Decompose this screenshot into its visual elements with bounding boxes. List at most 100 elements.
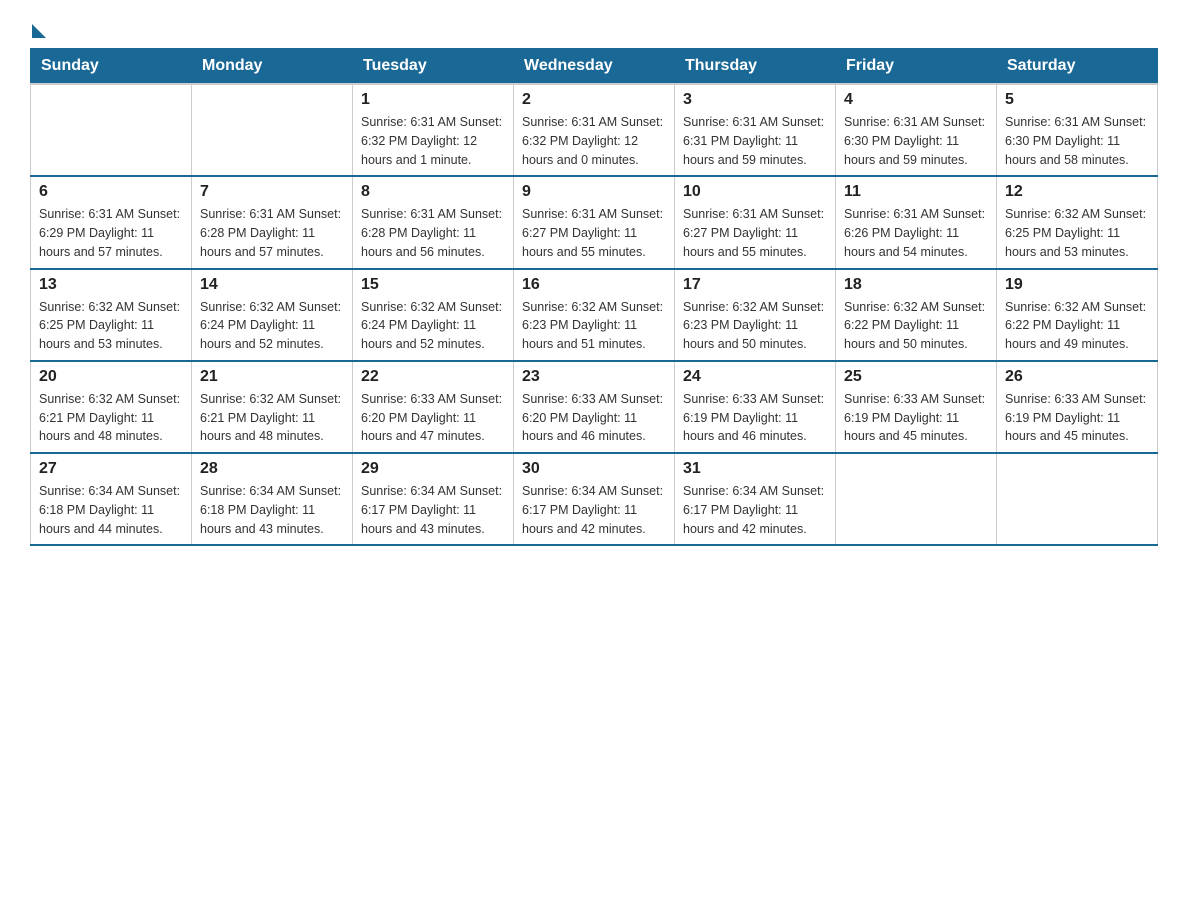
day-info: Sunrise: 6:31 AM Sunset: 6:32 PM Dayligh… [522,113,666,169]
day-info: Sunrise: 6:31 AM Sunset: 6:31 PM Dayligh… [683,113,827,169]
calendar-cell: 28 Sunrise: 6:34 AM Sunset: 6:18 PM Dayli… [192,453,353,545]
day-number: 27 [39,460,183,478]
calendar-cell: 15 Sunrise: 6:32 AM Sunset: 6:24 PM Dayli… [353,269,514,361]
day-info: Sunrise: 6:31 AM Sunset: 6:30 PM Dayligh… [1005,113,1149,169]
calendar-cell: 16Sunrise: 6:32 AM Sunset: 6:23 PM Dayli… [514,269,675,361]
calendar-cell: 18 Sunrise: 6:32 AM Sunset: 6:22 PM Dayli… [836,269,997,361]
calendar-cell: 19Sunrise: 6:32 AM Sunset: 6:22 PM Dayli… [997,269,1158,361]
day-number: 10 [683,183,827,201]
day-of-week-header: Tuesday [353,49,514,85]
day-info: Sunrise: 6:31 AM Sunset: 6:27 PM Dayligh… [522,205,666,261]
logo-arrow-icon [32,24,46,38]
calendar-cell: 14 Sunrise: 6:32 AM Sunset: 6:24 PM Dayli… [192,269,353,361]
calendar-cell [836,453,997,545]
day-number: 31 [683,460,827,478]
day-info: Sunrise: 6:32 AM Sunset: 6:23 PM Dayligh… [522,298,666,354]
day-number: 8 [361,183,505,201]
day-number: 15 [361,276,505,294]
day-info: Sunrise: 6:31 AM Sunset: 6:30 PM Dayligh… [844,113,988,169]
calendar-cell: 25 Sunrise: 6:33 AM Sunset: 6:19 PM Dayli… [836,361,997,453]
day-info: Sunrise: 6:34 AM Sunset: 6:18 PM Dayligh… [200,482,344,538]
day-of-week-header: Saturday [997,49,1158,85]
calendar-cell: 27 Sunrise: 6:34 AM Sunset: 6:18 PM Dayli… [31,453,192,545]
day-info: Sunrise: 6:31 AM Sunset: 6:28 PM Dayligh… [361,205,505,261]
day-number: 21 [200,368,344,386]
calendar-cell: 1 Sunrise: 6:31 AM Sunset: 6:32 PM Daylig… [353,84,514,176]
day-info: Sunrise: 6:31 AM Sunset: 6:27 PM Dayligh… [683,205,827,261]
day-number: 28 [200,460,344,478]
calendar-cell: 13Sunrise: 6:32 AM Sunset: 6:25 PM Dayli… [31,269,192,361]
day-info: Sunrise: 6:33 AM Sunset: 6:20 PM Dayligh… [361,390,505,446]
day-info: Sunrise: 6:32 AM Sunset: 6:23 PM Dayligh… [683,298,827,354]
calendar-cell [31,84,192,176]
day-info: Sunrise: 6:31 AM Sunset: 6:29 PM Dayligh… [39,205,183,261]
calendar-cell: 8 Sunrise: 6:31 AM Sunset: 6:28 PM Daylig… [353,176,514,268]
day-info: Sunrise: 6:33 AM Sunset: 6:20 PM Dayligh… [522,390,666,446]
day-number: 6 [39,183,183,201]
day-number: 3 [683,91,827,109]
day-info: Sunrise: 6:33 AM Sunset: 6:19 PM Dayligh… [844,390,988,446]
calendar-cell: 30 Sunrise: 6:34 AM Sunset: 6:17 PM Dayli… [514,453,675,545]
day-of-week-header: Monday [192,49,353,85]
day-number: 7 [200,183,344,201]
calendar-cell: 29Sunrise: 6:34 AM Sunset: 6:17 PM Dayli… [353,453,514,545]
day-number: 24 [683,368,827,386]
day-info: Sunrise: 6:33 AM Sunset: 6:19 PM Dayligh… [1005,390,1149,446]
day-info: Sunrise: 6:32 AM Sunset: 6:22 PM Dayligh… [1005,298,1149,354]
day-number: 13 [39,276,183,294]
calendar-cell: 10 Sunrise: 6:31 AM Sunset: 6:27 PM Dayli… [675,176,836,268]
calendar-cell: 4 Sunrise: 6:31 AM Sunset: 6:30 PM Daylig… [836,84,997,176]
day-number: 1 [361,91,505,109]
day-number: 23 [522,368,666,386]
day-number: 20 [39,368,183,386]
day-number: 29 [361,460,505,478]
day-info: Sunrise: 6:31 AM Sunset: 6:28 PM Dayligh… [200,205,344,261]
day-number: 4 [844,91,988,109]
day-info: Sunrise: 6:32 AM Sunset: 6:24 PM Dayligh… [361,298,505,354]
page-header [30,20,1158,38]
day-number: 25 [844,368,988,386]
calendar-week-row: 20 Sunrise: 6:32 AM Sunset: 6:21 PM Dayli… [31,361,1158,453]
day-number: 26 [1005,368,1149,386]
calendar-header-row: SundayMondayTuesdayWednesdayThursdayFrid… [31,49,1158,85]
day-info: Sunrise: 6:32 AM Sunset: 6:21 PM Dayligh… [39,390,183,446]
day-info: Sunrise: 6:32 AM Sunset: 6:22 PM Dayligh… [844,298,988,354]
day-number: 11 [844,183,988,201]
calendar-cell: 20 Sunrise: 6:32 AM Sunset: 6:21 PM Dayli… [31,361,192,453]
day-number: 17 [683,276,827,294]
calendar-cell [192,84,353,176]
calendar-cell: 26 Sunrise: 6:33 AM Sunset: 6:19 PM Dayli… [997,361,1158,453]
logo [30,20,46,38]
day-number: 14 [200,276,344,294]
day-number: 9 [522,183,666,201]
day-info: Sunrise: 6:31 AM Sunset: 6:26 PM Dayligh… [844,205,988,261]
day-info: Sunrise: 6:31 AM Sunset: 6:32 PM Dayligh… [361,113,505,169]
calendar-cell: 31 Sunrise: 6:34 AM Sunset: 6:17 PM Dayli… [675,453,836,545]
day-number: 5 [1005,91,1149,109]
day-info: Sunrise: 6:34 AM Sunset: 6:17 PM Dayligh… [683,482,827,538]
day-of-week-header: Wednesday [514,49,675,85]
calendar-cell: 3 Sunrise: 6:31 AM Sunset: 6:31 PM Daylig… [675,84,836,176]
calendar-week-row: 27 Sunrise: 6:34 AM Sunset: 6:18 PM Dayli… [31,453,1158,545]
calendar-cell: 6 Sunrise: 6:31 AM Sunset: 6:29 PM Daylig… [31,176,192,268]
day-number: 18 [844,276,988,294]
calendar-week-row: 1 Sunrise: 6:31 AM Sunset: 6:32 PM Daylig… [31,84,1158,176]
day-number: 30 [522,460,666,478]
day-info: Sunrise: 6:34 AM Sunset: 6:17 PM Dayligh… [522,482,666,538]
calendar-week-row: 6 Sunrise: 6:31 AM Sunset: 6:29 PM Daylig… [31,176,1158,268]
calendar-cell: 12Sunrise: 6:32 AM Sunset: 6:25 PM Dayli… [997,176,1158,268]
calendar-cell: 24 Sunrise: 6:33 AM Sunset: 6:19 PM Dayli… [675,361,836,453]
day-info: Sunrise: 6:32 AM Sunset: 6:24 PM Dayligh… [200,298,344,354]
day-number: 22 [361,368,505,386]
calendar-cell: 2Sunrise: 6:31 AM Sunset: 6:32 PM Daylig… [514,84,675,176]
calendar-cell [997,453,1158,545]
day-number: 12 [1005,183,1149,201]
day-of-week-header: Thursday [675,49,836,85]
calendar-cell: 17 Sunrise: 6:32 AM Sunset: 6:23 PM Dayli… [675,269,836,361]
day-info: Sunrise: 6:34 AM Sunset: 6:18 PM Dayligh… [39,482,183,538]
day-info: Sunrise: 6:32 AM Sunset: 6:21 PM Dayligh… [200,390,344,446]
calendar-cell: 11 Sunrise: 6:31 AM Sunset: 6:26 PM Dayli… [836,176,997,268]
calendar-cell: 9 Sunrise: 6:31 AM Sunset: 6:27 PM Daylig… [514,176,675,268]
calendar-cell: 21 Sunrise: 6:32 AM Sunset: 6:21 PM Dayli… [192,361,353,453]
day-info: Sunrise: 6:33 AM Sunset: 6:19 PM Dayligh… [683,390,827,446]
